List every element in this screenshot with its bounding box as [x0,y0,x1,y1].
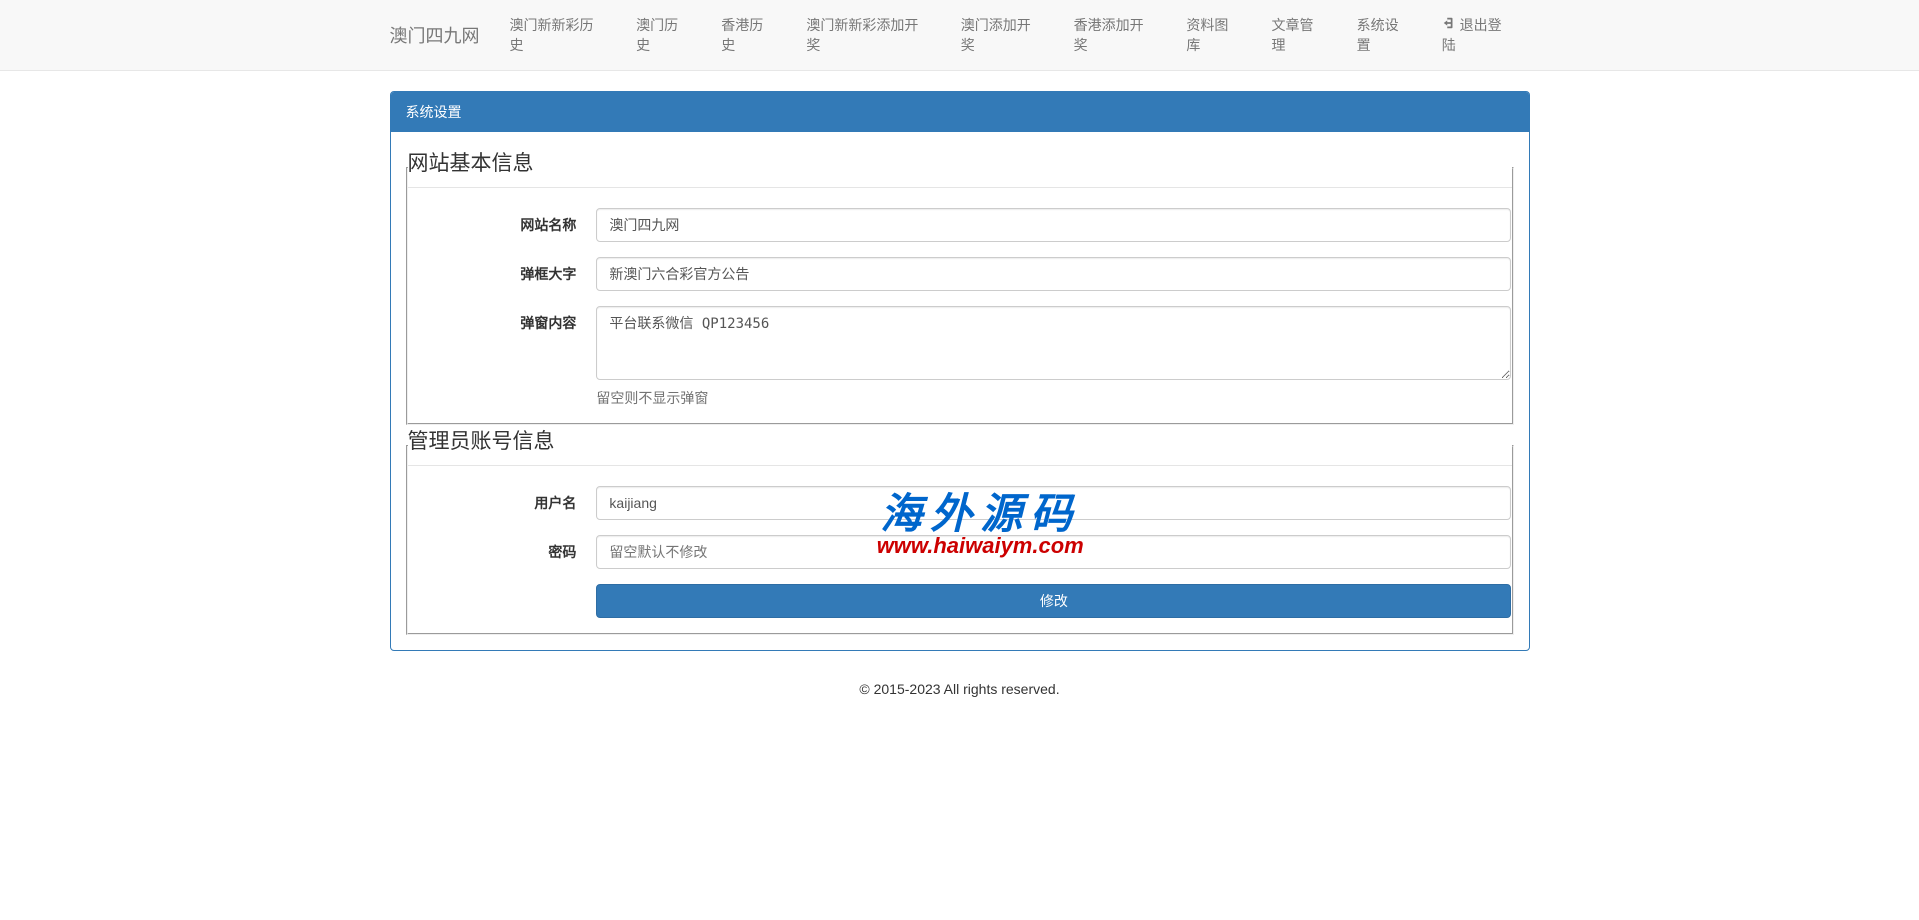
password-input[interactable] [596,535,1511,569]
submit-button[interactable]: 修改 [596,584,1511,618]
password-label: 密码 [408,535,592,562]
nav-item-macau-xinxin-add-draw[interactable]: 澳门新新彩添加开奖 [791,0,945,70]
settings-form: 网站基本信息 网站名称 弹框大字 弹窗内容 [406,147,1514,635]
settings-panel: 系统设置 网站基本信息 网站名称 弹框大字 [390,91,1530,651]
nav-item-macau-history[interactable]: 澳门历史 [621,0,706,70]
navbar-brand[interactable]: 澳门四九网 [390,7,495,63]
nav-item-macau-xinxin-history[interactable]: 澳门新新彩历史 [495,0,622,70]
nav-item-logout[interactable]: 退出登陆 [1427,0,1530,70]
nav-item-data-gallery[interactable]: 资料图库 [1171,0,1256,70]
submit-spacer [408,584,592,591]
popup-content-textarea[interactable]: 平台联系微信 QP123456 [596,306,1511,380]
username-input[interactable] [596,486,1511,520]
popup-title-label: 弹框大字 [408,257,592,284]
panel-heading: 系统设置 [391,92,1529,132]
nav-item-system-settings[interactable]: 系统设置 [1342,0,1427,70]
popup-title-input[interactable] [596,257,1511,291]
nav-item-hk-history[interactable]: 香港历史 [706,0,791,70]
nav-item-macau-add-draw[interactable]: 澳门添加开奖 [946,0,1059,70]
username-label: 用户名 [408,486,592,513]
nav-menu: 澳门新新彩历史 澳门历史 香港历史 澳门新新彩添加开奖 澳门添加开奖 香港添加开… [495,0,1530,70]
navbar: 澳门四九网 澳门新新彩历史 澳门历史 香港历史 澳门新新彩添加开奖 澳门添加开奖… [0,0,1919,71]
popup-content-help: 留空则不显示弹窗 [596,388,1511,408]
section-site-info-legend: 网站基本信息 [408,147,1512,188]
site-name-input[interactable] [596,208,1511,242]
nav-item-article-manage[interactable]: 文章管理 [1257,0,1342,70]
section-admin-account-legend: 管理员账号信息 [408,425,1512,466]
site-name-label: 网站名称 [408,208,592,235]
footer-copyright: © 2015-2023 All rights reserved. [390,671,1530,707]
popup-content-label: 弹窗内容 [408,306,592,333]
nav-item-hk-add-draw[interactable]: 香港添加开奖 [1059,0,1172,70]
logout-icon [1442,16,1456,30]
